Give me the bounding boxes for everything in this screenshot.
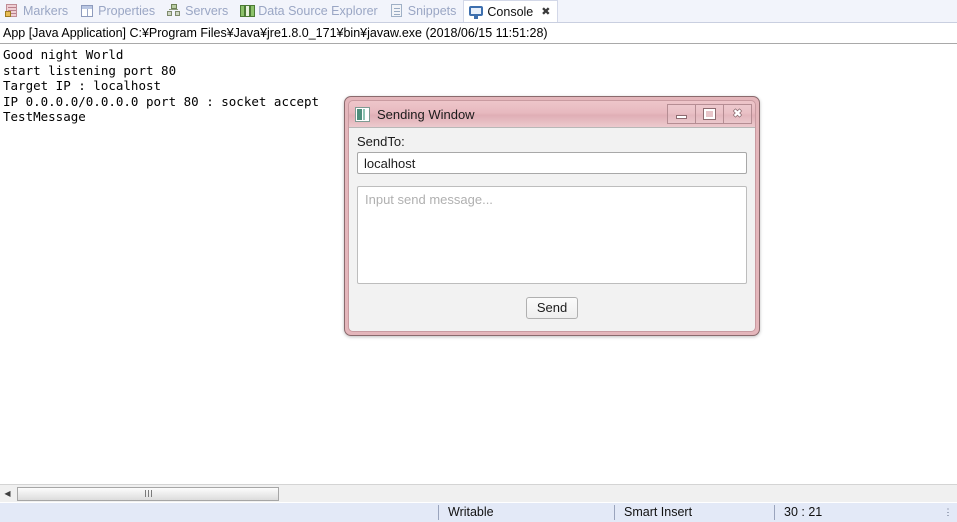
servers-icon <box>167 4 181 18</box>
send-button[interactable]: Send <box>525 296 579 319</box>
tab-servers-label: Servers <box>185 4 229 18</box>
tab-data-source-explorer-label: Data Source Explorer <box>258 4 378 18</box>
dialog-frame: Sending Window ✖ SendTo: Send <box>348 100 756 332</box>
close-icon: ✖ <box>732 107 743 120</box>
console-launch-header: App [Java Application] C:¥Program Files¥… <box>0 23 957 43</box>
tab-properties[interactable]: Properties <box>75 0 162 22</box>
sendto-label: SendTo: <box>357 134 405 149</box>
console-line: Good night World <box>3 47 124 62</box>
scroll-left-icon[interactable]: ◀ <box>0 486 15 502</box>
scrollbar-thumb[interactable] <box>17 486 279 501</box>
sendto-input[interactable] <box>357 152 747 174</box>
status-insert-mode: Smart Insert <box>614 505 774 520</box>
tab-markers[interactable]: Markers <box>0 0 75 22</box>
console-icon <box>469 5 484 19</box>
scrollbar-track[interactable] <box>15 486 957 502</box>
properties-icon <box>80 4 94 18</box>
window-controls: ✖ <box>667 104 752 124</box>
status-cursor-position: 30 : 21 <box>774 505 943 520</box>
tab-servers[interactable]: Servers <box>162 0 235 22</box>
sending-window-dialog[interactable]: Sending Window ✖ SendTo: Send <box>344 96 760 336</box>
tab-snippets[interactable]: Snippets <box>385 0 464 22</box>
dialog-titlebar[interactable]: Sending Window ✖ <box>349 101 755 127</box>
dialog-title: Sending Window <box>377 106 475 122</box>
eclipse-view-tabbar: Markers Properties Servers Data Source E… <box>0 0 957 22</box>
close-icon[interactable]: ✖ <box>541 5 550 18</box>
snippets-icon <box>390 4 404 18</box>
maximize-button[interactable] <box>696 104 724 124</box>
minimize-button[interactable] <box>667 104 696 124</box>
tab-data-source-explorer[interactable]: Data Source Explorer <box>235 0 385 22</box>
console-header-divider <box>0 43 957 44</box>
console-line: Target IP : localhost <box>3 78 162 94</box>
console-line: start listening port 80 <box>3 62 177 78</box>
close-button[interactable]: ✖ <box>724 104 752 124</box>
markers-icon <box>5 4 19 18</box>
dialog-body: SendTo: Send <box>349 127 755 331</box>
status-writable: Writable <box>438 505 614 520</box>
tab-console-label: Console <box>487 4 534 19</box>
tab-snippets-label: Snippets <box>407 4 457 18</box>
dialog-button-row: Send <box>357 284 747 331</box>
message-textarea[interactable] <box>357 186 747 284</box>
grip-icon <box>144 490 152 497</box>
status-bar: Writable Smart Insert 30 : 21 ⋮ <box>0 503 957 522</box>
console-horizontal-scrollbar[interactable]: ◀ <box>0 484 957 502</box>
tab-properties-label: Properties <box>98 4 156 18</box>
tab-markers-label: Markers <box>23 4 69 18</box>
data-source-explorer-icon <box>240 4 256 18</box>
tab-console[interactable]: Console ✖ <box>463 0 559 22</box>
status-overflow-icon[interactable]: ⋮ <box>943 508 953 517</box>
java-app-icon <box>355 106 370 122</box>
